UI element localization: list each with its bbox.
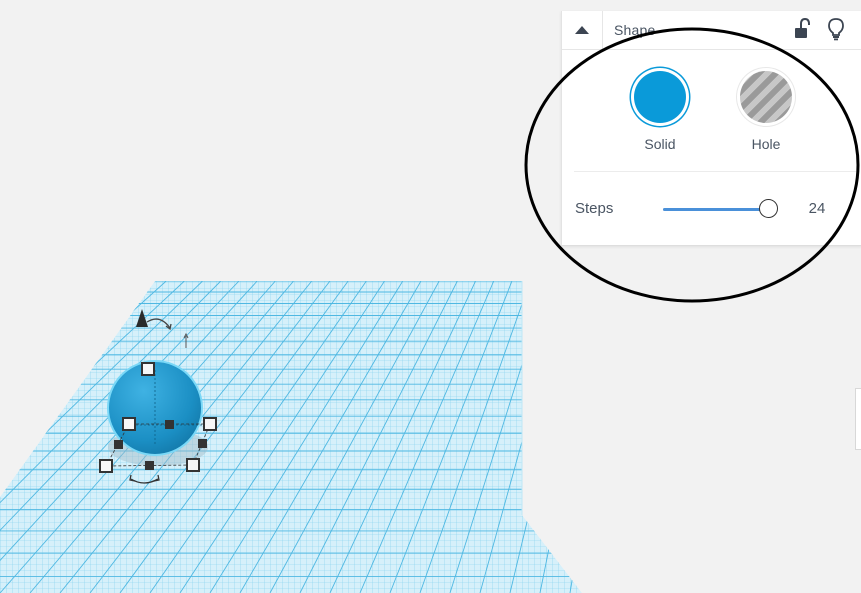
edge-resize-handle[interactable]	[165, 420, 174, 429]
steps-slider-fill	[663, 208, 769, 211]
hole-option[interactable]: Hole	[726, 69, 806, 159]
top-resize-handle[interactable]	[141, 362, 155, 376]
corner-resize-handle[interactable]	[186, 458, 200, 472]
corner-resize-handle[interactable]	[122, 417, 136, 431]
shape-inspector-panel: Shape Solid Hole Steps 24	[561, 11, 861, 246]
panel-title: Shape	[614, 22, 656, 38]
corner-resize-handle[interactable]	[99, 459, 113, 473]
unlocked-padlock-icon[interactable]	[793, 18, 811, 40]
inspector-header: Shape	[562, 11, 861, 50]
collapse-panel-button[interactable]	[562, 11, 603, 49]
edge-resize-handle[interactable]	[114, 440, 123, 449]
steps-label: Steps	[575, 200, 614, 217]
steps-value[interactable]: 24	[800, 200, 834, 217]
edge-resize-handle[interactable]	[198, 439, 207, 448]
design-canvas[interactable]: Shape Solid Hole Steps 24	[0, 0, 861, 593]
steps-slider-thumb[interactable]	[759, 199, 778, 218]
hole-swatch[interactable]	[740, 71, 792, 123]
caret-up-icon	[575, 25, 589, 34]
solid-label: Solid	[644, 136, 676, 152]
lightbulb-icon[interactable]	[827, 17, 845, 41]
hole-label: Hole	[751, 136, 781, 152]
solid-option[interactable]: Solid	[620, 69, 700, 159]
side-panel-tab[interactable]	[855, 388, 861, 450]
corner-resize-handle[interactable]	[203, 417, 217, 431]
edge-resize-handle[interactable]	[145, 461, 154, 470]
divider	[574, 171, 859, 172]
solid-swatch[interactable]	[634, 71, 686, 123]
steps-slider[interactable]	[663, 199, 778, 218]
